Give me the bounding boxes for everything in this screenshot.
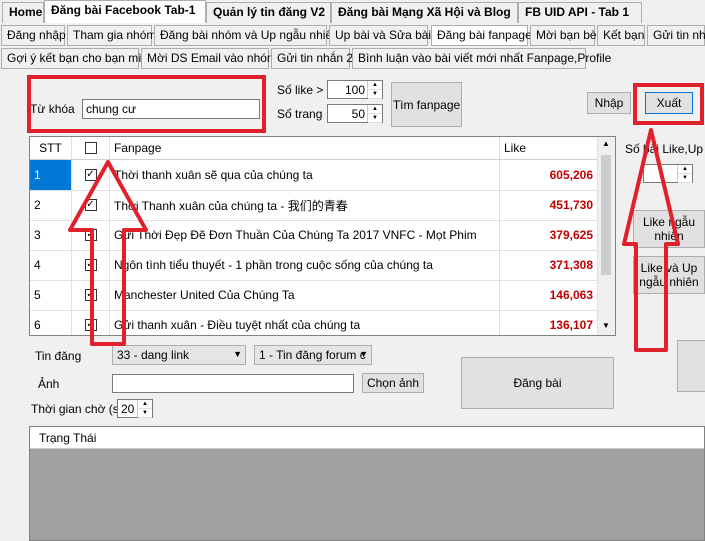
- tab-fb-uid-api[interactable]: FB UID API - Tab 1: [518, 2, 642, 23]
- header-select-all[interactable]: [72, 137, 110, 159]
- anh-input[interactable]: [112, 374, 354, 393]
- so-like-label: Số like >: [277, 83, 324, 97]
- row-fanpage-name: Ngôn tình tiểu thuyết - 1 phần trong cuộ…: [110, 250, 500, 280]
- subtab-dang-nhap[interactable]: Đăng nhập: [1, 25, 66, 46]
- so-trang-input[interactable]: 50 ▲ ▼: [327, 104, 383, 123]
- annotation-box-keyword: [27, 75, 266, 133]
- row-like: 451,730: [500, 190, 598, 220]
- row-fanpage-name: Manchester United Của Chúng Ta: [110, 280, 500, 310]
- row-like: 146,063: [500, 280, 598, 310]
- so-like-spinner[interactable]: ▲ ▼: [367, 81, 382, 99]
- subtab-gui-tin-nhan[interactable]: Gửi tin nhắ: [647, 25, 705, 46]
- import-button[interactable]: Nhập: [587, 92, 631, 114]
- annotation-arrow-up-icon: [68, 160, 148, 346]
- row-like: 371,308: [500, 250, 598, 280]
- find-fanpage-button[interactable]: Tìm fanpage: [391, 82, 462, 127]
- status-panel: Trạng Thái: [29, 426, 705, 541]
- scroll-down-icon[interactable]: ▼: [600, 321, 612, 333]
- subtab-gui-tin-nhan-2[interactable]: Gửi tin nhắn 2: [271, 48, 353, 69]
- wait-input[interactable]: 20 ▲ ▼: [117, 399, 153, 418]
- grid-header: STT Fanpage Like: [30, 137, 598, 160]
- grid-scrollbar[interactable]: ▲ ▼: [597, 137, 615, 335]
- subtab-ket-ban[interactable]: Kết bạn: [597, 25, 645, 46]
- row-fanpage-name: Gửi Thời Đẹp Đẽ Đơn Thuần Của Chúng Ta 2…: [110, 220, 500, 250]
- annotation-arrow-up-icon: [622, 128, 680, 352]
- row-fanpage-name: Gửi thanh xuân - Điều tuyệt nhất của chú…: [110, 310, 500, 335]
- tin-dang-label: Tin đăng: [35, 349, 82, 363]
- row-like: 605,206: [500, 160, 598, 190]
- tab-dang-bai-facebook[interactable]: Đăng bài Facebook Tab-1: [44, 0, 206, 23]
- chevron-down-icon: ▼: [359, 349, 368, 359]
- subtab-up-bai[interactable]: Up bài và Sửa bài: [329, 25, 431, 46]
- so-like-input[interactable]: 100 ▲ ▼: [327, 80, 383, 99]
- subtab-dang-bai-nhom[interactable]: Đăng bài nhóm và Up ngẫu nhiên: [154, 25, 339, 46]
- scroll-thumb[interactable]: [601, 155, 611, 275]
- subtab-tham-gia-nhom[interactable]: Tham gia nhóm: [67, 25, 156, 46]
- tin-dang-select[interactable]: 33 - dang link ▼: [112, 345, 246, 365]
- header-fanpage[interactable]: Fanpage: [110, 137, 500, 159]
- subtab-dang-bai-fanpage[interactable]: Đăng bài fanpage: [431, 25, 532, 46]
- choose-image-button[interactable]: Chọn ảnh: [362, 373, 424, 393]
- main-tab-bar: Home Đăng bài Facebook Tab-1 Quản lý tin…: [0, 0, 705, 23]
- subtab-moi-ban-be[interactable]: Mời bạn bè: [530, 25, 597, 46]
- status-title: Trạng Thái: [30, 427, 704, 449]
- anh-label: Ảnh: [38, 377, 60, 391]
- subtab-binh-luan[interactable]: Bình luận vào bài viết mới nhất Fanpage,…: [352, 48, 611, 69]
- wait-label: Thời gian chờ (s): [31, 402, 123, 416]
- header-like[interactable]: Like: [500, 137, 598, 159]
- tab-quan-ly-tin-dang[interactable]: Quản lý tin đăng V2: [206, 2, 331, 23]
- category-select[interactable]: 1 - Tin đăng forum c ▼: [254, 345, 372, 365]
- tab-mang-xa-hoi[interactable]: Đăng bài Mạng Xã Hội và Blog: [331, 2, 518, 23]
- header-stt[interactable]: STT: [30, 137, 72, 159]
- scroll-up-icon[interactable]: ▲: [600, 139, 612, 151]
- tab-home[interactable]: Home: [2, 2, 44, 23]
- row-like: 379,625: [500, 220, 598, 250]
- post-button[interactable]: Đăng bài: [461, 357, 614, 409]
- so-trang-spinner[interactable]: ▲ ▼: [367, 105, 382, 123]
- wait-spinner[interactable]: ▲ ▼: [137, 400, 152, 418]
- annotation-box-export: [633, 83, 704, 125]
- row-like: 136,107: [500, 310, 598, 335]
- subtab-moi-ds-email[interactable]: Mời DS Email vào nhóm: [141, 48, 277, 69]
- chevron-down-icon: ▼: [233, 349, 242, 359]
- so-trang-label: Số trang: [277, 107, 323, 121]
- row-fanpage-name: Thời thanh xuân sẽ qua của chúng ta: [110, 160, 500, 190]
- subtab-goi-y-ket-ban[interactable]: Gợi ý kết bạn cho bạn mình: [1, 48, 155, 69]
- row-fanpage-name: Thời Thanh xuân của chúng ta - 我们的青春: [110, 190, 500, 220]
- select-all-checkbox[interactable]: [84, 142, 97, 154]
